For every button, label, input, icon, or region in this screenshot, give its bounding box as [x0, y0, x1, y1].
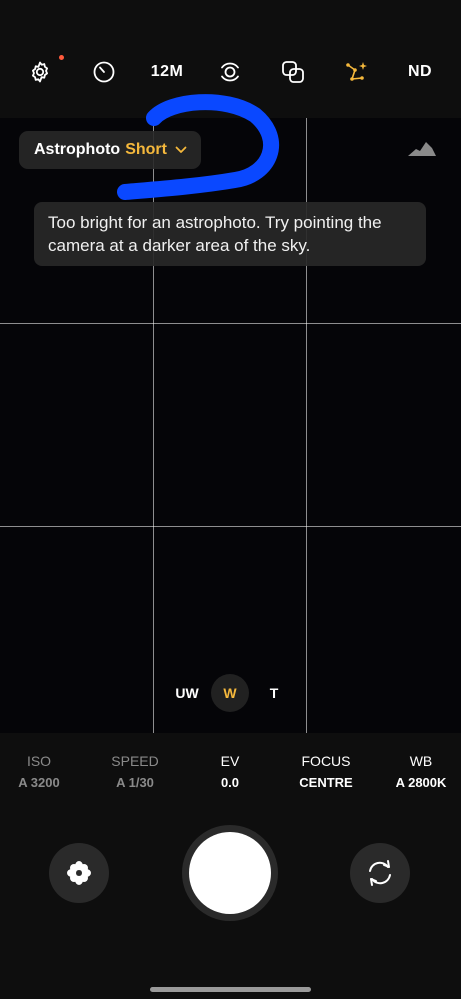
iso-control[interactable]: ISO A 3200 — [0, 753, 85, 790]
switch-camera-icon — [369, 860, 391, 886]
settings-notification-dot — [59, 55, 64, 60]
shutter-button[interactable] — [182, 825, 278, 921]
timer-button[interactable] — [84, 52, 124, 92]
speed-control[interactable]: SPEED A 1/30 — [89, 753, 181, 790]
mode-prefix: Astrophoto — [34, 141, 121, 158]
motion-photo-icon — [221, 62, 239, 82]
shutter-inner — [189, 832, 271, 914]
ev-control[interactable]: EV 0.0 — [184, 753, 276, 790]
zoom-tele[interactable]: T — [264, 672, 284, 714]
astro-mode-selector[interactable]: Astrophoto Short — [19, 131, 201, 169]
switch-camera-button[interactable] — [350, 843, 410, 903]
constellation-icon — [346, 62, 367, 81]
wb-control[interactable]: WB A 2800K — [375, 753, 461, 790]
mountain-icon — [408, 142, 436, 156]
grid-line — [0, 323, 461, 324]
histogram-button[interactable] — [406, 136, 438, 160]
resolution-button[interactable]: 12M — [146, 52, 188, 92]
hint-message: Too bright for an astrophoto. Try pointi… — [34, 202, 426, 266]
timer-icon — [93, 61, 115, 83]
zoom-wide[interactable]: W — [211, 674, 249, 712]
settings-button[interactable] — [20, 52, 60, 92]
param-value: A 1/30 — [116, 775, 154, 790]
astro-button[interactable] — [336, 52, 376, 92]
flower-mode-button[interactable] — [49, 843, 109, 903]
mode-accent: Short — [125, 141, 167, 158]
param-label: EV — [220, 753, 240, 769]
nd-filter-button[interactable]: ND — [400, 52, 440, 92]
param-label: ISO — [26, 753, 52, 769]
effects-button[interactable] — [273, 52, 313, 92]
gear-icon — [32, 61, 48, 83]
focus-control[interactable]: FOCUS CENTRE — [280, 753, 372, 790]
param-label: SPEED — [111, 753, 159, 769]
overlap-squares-icon — [282, 61, 304, 83]
home-indicator[interactable] — [150, 987, 311, 992]
param-label: WB — [409, 753, 433, 769]
param-value: A 3200 — [18, 775, 60, 790]
flower-icon — [67, 861, 91, 885]
zoom-ultrawide[interactable]: UW — [174, 672, 200, 714]
param-value: 0.0 — [220, 775, 240, 790]
param-label: FOCUS — [301, 753, 351, 769]
chevron-down-icon — [175, 146, 187, 153]
grid-line — [0, 526, 461, 527]
motion-photo-button[interactable] — [210, 52, 250, 92]
param-value: CENTRE — [299, 775, 353, 790]
param-value: A 2800K — [395, 775, 447, 790]
